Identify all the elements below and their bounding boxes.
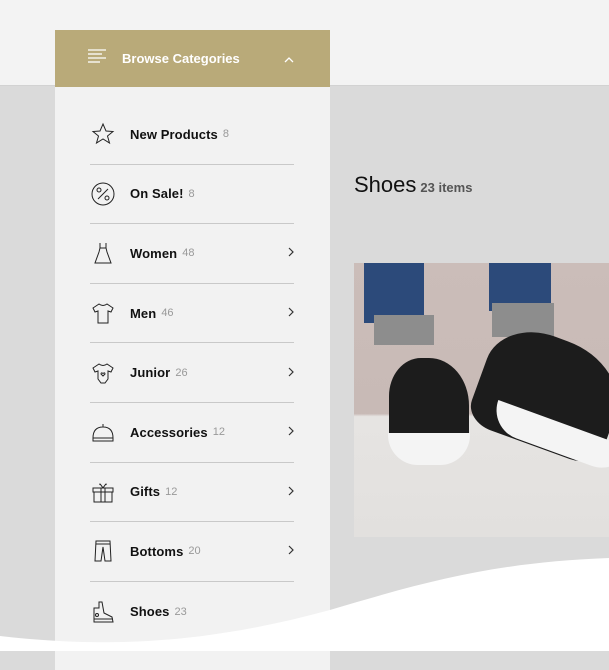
menu-item-junior[interactable]: Junior 26	[90, 343, 294, 403]
menu-item-count: 12	[212, 426, 225, 439]
menu-item-men[interactable]: Men 46	[90, 284, 294, 344]
menu-title: Browse Categories	[122, 51, 240, 66]
menu-item-women[interactable]: Women 48	[90, 224, 294, 284]
menu-item-count: 8	[188, 187, 195, 200]
chevron-right-icon[interactable]	[288, 366, 294, 380]
menu-item-count: 48	[182, 247, 195, 260]
page-title: Shoes 23 items	[354, 172, 472, 198]
menu-item-label: Accessories	[130, 424, 208, 440]
menu-item-on-sale[interactable]: On Sale! 8	[90, 165, 294, 225]
menu-item-count: 8	[222, 128, 230, 141]
menu-item-bottoms[interactable]: Bottoms 20	[90, 522, 294, 582]
menu-item-count: 12	[165, 485, 178, 498]
menu-item-label: On Sale!	[130, 186, 184, 202]
hamburger-icon	[88, 49, 106, 68]
menu-item-count: 46	[161, 307, 174, 320]
menu-item-label: Gifts	[130, 484, 161, 500]
category-name: Shoes	[354, 172, 417, 197]
menu-item-label: Bottoms	[130, 543, 184, 559]
menu-item-label: Junior	[130, 365, 171, 381]
onesie-icon	[90, 360, 116, 386]
gift-icon	[90, 479, 116, 505]
browse-categories-toggle[interactable]: Browse Categories	[55, 30, 330, 87]
category-menu: Browse Categories New Products 8 On Sale! 8…	[55, 30, 330, 670]
chevron-right-icon[interactable]	[288, 306, 294, 320]
chevron-right-icon[interactable]	[288, 544, 294, 558]
chevron-right-icon[interactable]	[288, 425, 294, 439]
menu-item-count: 26	[175, 366, 188, 379]
chevron-right-icon[interactable]	[288, 246, 294, 260]
tshirt-icon	[90, 300, 116, 326]
chevron-right-icon[interactable]	[288, 485, 294, 499]
menu-item-label: Women	[130, 245, 178, 261]
menu-item-new-products[interactable]: New Products 8	[90, 105, 294, 165]
menu-item-label: Men	[130, 305, 157, 321]
star-icon	[90, 121, 116, 147]
cap-icon	[90, 419, 116, 445]
menu-item-shoes[interactable]: Shoes 23	[90, 582, 294, 642]
category-banner-image	[354, 263, 609, 537]
menu-item-count: 23	[174, 605, 187, 618]
percent-icon	[90, 181, 116, 207]
dress-icon	[90, 240, 116, 266]
item-count: 23 items	[420, 180, 473, 195]
menu-item-label: Shoes	[130, 604, 170, 620]
menu-item-label: New Products	[130, 126, 218, 142]
menu-item-accessories[interactable]: Accessories 12	[90, 403, 294, 463]
pants-icon	[90, 538, 116, 564]
chevron-up-icon	[284, 50, 294, 68]
menu-item-count: 20	[188, 545, 201, 558]
menu-item-gifts[interactable]: Gifts 12	[90, 463, 294, 523]
sneaker-icon	[90, 599, 116, 625]
